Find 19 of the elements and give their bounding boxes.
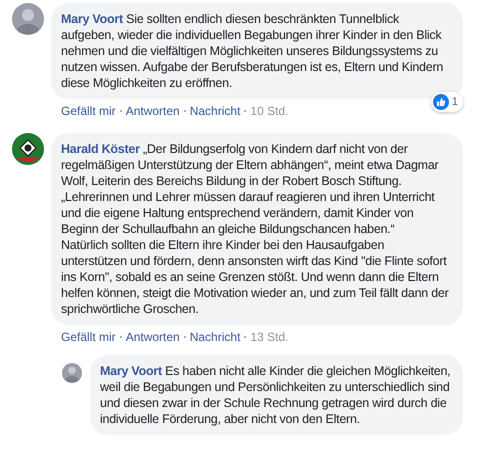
author-link[interactable]: Mary Voort — [100, 364, 162, 378]
thumbs-up-icon — [432, 94, 449, 110]
action-link[interactable]: Gefällt mir — [61, 329, 116, 345]
action-link[interactable]: Nachricht — [190, 329, 240, 345]
comment-text: Mary Voort Sie sollten endlich diesen beschränkten Tunnelblick aufgeben, wieder die individuellen Begabungen ihrer Kinder in den Blick nehmen und die vielfältigen Möglichkeiten unseres Bildungssystems zu nutzen wissen. Aufgabe der Berufsberatungen ist es, Eltern und Kindern diese Möglichkeiten zu eröffnen. — [61, 11, 444, 91]
reaction-badge[interactable]: 1 — [430, 92, 463, 112]
avatar[interactable] — [12, 133, 44, 165]
reaction-count: 1 — [452, 94, 458, 110]
comment-time: 10 Std. — [250, 103, 288, 119]
author-link[interactable]: Mary Voort — [61, 12, 123, 26]
author-link[interactable]: Harald Köster — [61, 142, 140, 156]
action-link[interactable]: Nachricht — [190, 103, 240, 119]
comment-text: Mary Voort Es haben nicht alle Kinder die gleichen Möglichkeiten, weil die Begabungen und Persönlichkeiten zu unterschiedlich sind und diesen zwar in der Schule Rechnung getragen wird durch die individuelle Förderung, aber nicht von den Eltern. — [100, 363, 452, 427]
comment-text: Harald Köster „Der Bildungserfolg von Kindern darf nicht von der regelmäßigen Unterstützung der Eltern abhängen“, meint etwa Dagmar Wolf, Leiterin des Bereichs Bildung in der Robert Bosch Stiftung. „Lehrerinnen und Lehrer müssen darauf reagieren und ihren Unterricht und die eigene Haltung entsprechend verändern, damit Kinder von Beginn der Schullaufbahn an gleiche Bildungschancen haben.“ — [61, 141, 440, 237]
action-link[interactable]: Antworten — [126, 103, 180, 119]
action-link[interactable]: Antworten — [126, 329, 180, 345]
comment-time: 13 Std. — [250, 329, 288, 345]
action-link[interactable]: Gefällt mir — [61, 103, 116, 119]
comment-text: Natürlich sollten die Eltern ihre Kinder bei den Hausaufgaben unterstützen und fördern, denn ansonsten wirft das Kind "die Flinte sofort ins Korn", sobald es an seine Grenzen stößt. Und wenn dann die Eltern helfen können, steigt die Motivation wieder an, und zum Teil fällt dann der sprichwörtliche Groschen. — [61, 237, 450, 317]
